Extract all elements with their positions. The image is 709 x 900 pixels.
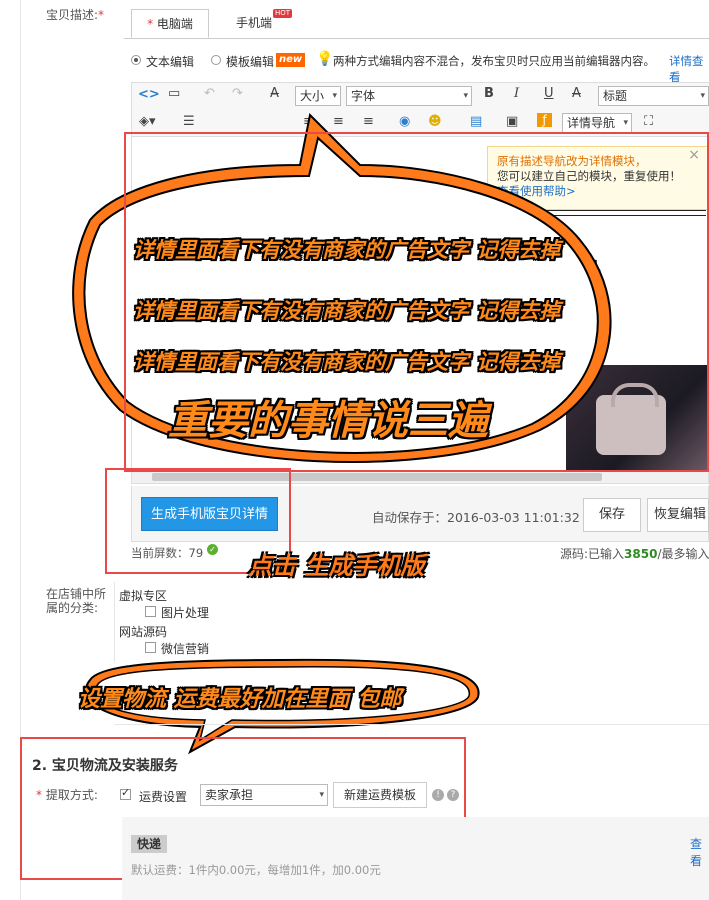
- source-count: 源码:已输入3850/最多输入: [560, 547, 709, 561]
- default-freight-fee: 默认运费：1件内0.00元，每增加1件，加0.00元: [131, 863, 381, 877]
- highlight-editor-area: [124, 132, 709, 472]
- wechat-marketing-checkbox[interactable]: [145, 642, 156, 653]
- freight-setting-checkbox[interactable]: [120, 786, 131, 800]
- view-link[interactable]: 查看: [690, 835, 709, 869]
- express-tag: 快递: [131, 835, 168, 853]
- category-group-source: 网站源码: [119, 625, 168, 639]
- category-group-virtual: 虚拟专区: [119, 589, 168, 603]
- category-label: 在店铺中所 属的分类:: [46, 587, 107, 615]
- image-processing-label: 图片处理: [161, 606, 210, 620]
- wechat-marketing-label: 微信营销: [161, 642, 210, 656]
- logistics-section-title: 2. 宝贝物流及安装服务: [32, 758, 178, 774]
- restore-edit-button[interactable]: 恢复编辑: [647, 498, 709, 532]
- help-icon[interactable]: ?: [447, 789, 459, 801]
- logistics-note: 设置物流 运费最好加在里面 包邮: [78, 687, 402, 712]
- image-processing-checkbox[interactable]: [145, 606, 156, 617]
- save-button[interactable]: 保存: [583, 498, 641, 532]
- freight-setting-label: 运费设置: [139, 790, 188, 804]
- warning-icon: !: [432, 789, 444, 801]
- freight-payer-select[interactable]: 卖家承担: [200, 784, 328, 806]
- freight-panel: [122, 817, 709, 900]
- click-generate-note: 点击 生成手机版: [248, 552, 425, 580]
- autosave-status: 自动保存于：2016-03-03 11:01:32: [372, 510, 580, 525]
- pickup-label: * 提取方式:: [36, 788, 98, 802]
- new-freight-template-button[interactable]: 新建运费模板: [333, 782, 427, 808]
